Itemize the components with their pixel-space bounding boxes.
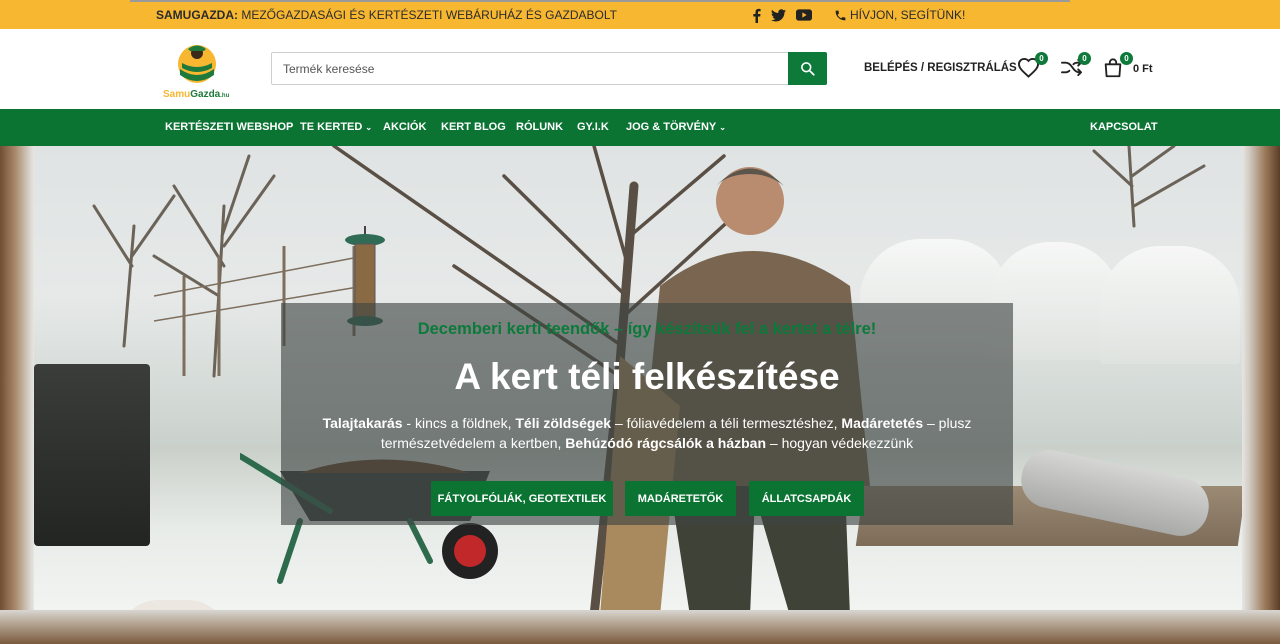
window-frame-right	[1242, 146, 1280, 644]
logo-wordmark: SamuGazda.hu	[163, 89, 229, 100]
compare-button[interactable]: 0	[1060, 52, 1091, 79]
phone-icon	[835, 10, 846, 20]
animal-traps-button[interactable]: ÁLLATCSAPDÁK	[749, 481, 864, 516]
hero-desc-text: – hogyan védekezzünk	[766, 435, 914, 451]
nav-item-label: KAPCSOLAT	[1090, 121, 1158, 133]
nav-item-label: JOG & TÖRVÉNY	[626, 121, 717, 133]
cart-total[interactable]: 0 Ft	[1133, 63, 1153, 75]
compare-count-badge: 0	[1078, 52, 1091, 65]
farmer-logo-icon	[178, 45, 216, 83]
hero-topic-rodents: Behúzódó rágcsálók a házban	[565, 435, 767, 451]
nav-item-label: AKCIÓK	[383, 121, 427, 133]
social-links	[752, 5, 812, 25]
browser-edge-line	[130, 0, 1070, 2]
main-navigation: KERTÉSZETI WEBSHOP TE KERTED ⌄ AKCIÓK KER…	[0, 109, 1280, 146]
hero-composter	[34, 364, 150, 546]
nav-item-te-kerted[interactable]: TE KERTED ⌄	[300, 121, 372, 133]
nav-item-kapcsolat[interactable]: KAPCSOLAT	[1090, 121, 1158, 133]
hero-topic-bird-feeding: Madáretetés	[841, 415, 924, 431]
hero-title: A kert téli felkészítése	[454, 356, 840, 397]
cart-button[interactable]: 0	[1102, 52, 1133, 79]
window-sill	[0, 610, 1280, 644]
product-search	[271, 52, 827, 85]
store-tagline-text: MEZŐGAZDASÁGI ÉS KERTÉSZETI WEBÁRUHÁZ ÉS…	[238, 8, 617, 22]
hero-description: Talajtakarás - kincs a földnek, Téli zöl…	[317, 413, 977, 453]
hero-desc-text: - kincs a földnek,	[402, 415, 516, 431]
nav-item-jog-torveny[interactable]: JOG & TÖRVÉNY ⌄	[626, 121, 726, 133]
nav-item-gyik[interactable]: GY.I.K	[577, 121, 609, 133]
search-input[interactable]	[272, 53, 790, 84]
logo-word-samu: Samu	[163, 89, 191, 100]
hero-banner: Decemberi kerti teendők – így készítsük …	[0, 146, 1280, 644]
cart-count-badge: 0	[1120, 52, 1133, 65]
bird-feeders-button[interactable]: MADÁRETETŐK	[625, 481, 736, 516]
fleece-geotextile-button[interactable]: FÁTYOLFÓLIÁK, GEOTEXTILEK	[431, 481, 613, 516]
search-icon	[801, 62, 815, 76]
twitter-icon[interactable]	[771, 8, 786, 22]
call-us-label: HÍVJON, SEGÍTÜNK!	[850, 8, 966, 22]
nav-item-webshop[interactable]: KERTÉSZETI WEBSHOP	[165, 121, 293, 133]
wishlist-count-badge: 0	[1035, 52, 1048, 65]
nav-item-label: GY.I.K	[577, 121, 609, 133]
chevron-down-icon: ⌄	[719, 122, 726, 132]
youtube-icon[interactable]	[796, 9, 812, 21]
hero-kicker[interactable]: Decemberi kerti teendők – így készítsük …	[281, 320, 1013, 339]
site-header: SamuGazda.hu BELÉPÉS / REGISZTRÁLÁS 0 0 …	[0, 29, 1280, 109]
hero-topic-mulching: Talajtakarás	[322, 415, 403, 431]
top-info-bar: SAMUGAZDA: MEZŐGAZDASÁGI ÉS KERTÉSZETI W…	[0, 0, 1280, 29]
login-register-link[interactable]: BELÉPÉS / REGISZTRÁLÁS	[864, 62, 1017, 74]
logo-word-hu: .hu	[220, 93, 230, 99]
store-tagline: SAMUGAZDA: MEZŐGAZDASÁGI ÉS KERTÉSZETI W…	[156, 8, 617, 22]
nav-item-label: KERTÉSZETI WEBSHOP	[165, 121, 294, 133]
search-button[interactable]	[788, 52, 827, 85]
nav-item-label: KERT BLOG	[441, 121, 506, 133]
hero-topic-winter-vegetables: Téli zöldségek	[515, 415, 612, 431]
logo-word-gazda: Gazda	[190, 89, 221, 100]
nav-item-kert-blog[interactable]: KERT BLOG	[441, 121, 506, 133]
wishlist-button[interactable]: 0	[1017, 52, 1048, 79]
window-frame-left	[0, 146, 34, 644]
hero-desc-text: – fóliavédelem a téli termesztéshez,	[611, 415, 842, 431]
site-logo[interactable]: SamuGazda.hu	[160, 41, 236, 103]
nav-item-rolunk[interactable]: RÓLUNK	[516, 121, 563, 133]
store-brand-label: SAMUGAZDA:	[156, 8, 238, 22]
facebook-icon[interactable]	[752, 8, 761, 23]
nav-item-label: RÓLUNK	[516, 121, 564, 133]
nav-item-label: TE KERTED	[300, 121, 363, 133]
nav-item-akciok[interactable]: AKCIÓK	[383, 121, 426, 133]
call-us-link[interactable]: HÍVJON, SEGÍTÜNK!	[834, 8, 965, 22]
chevron-down-icon: ⌄	[365, 122, 373, 132]
